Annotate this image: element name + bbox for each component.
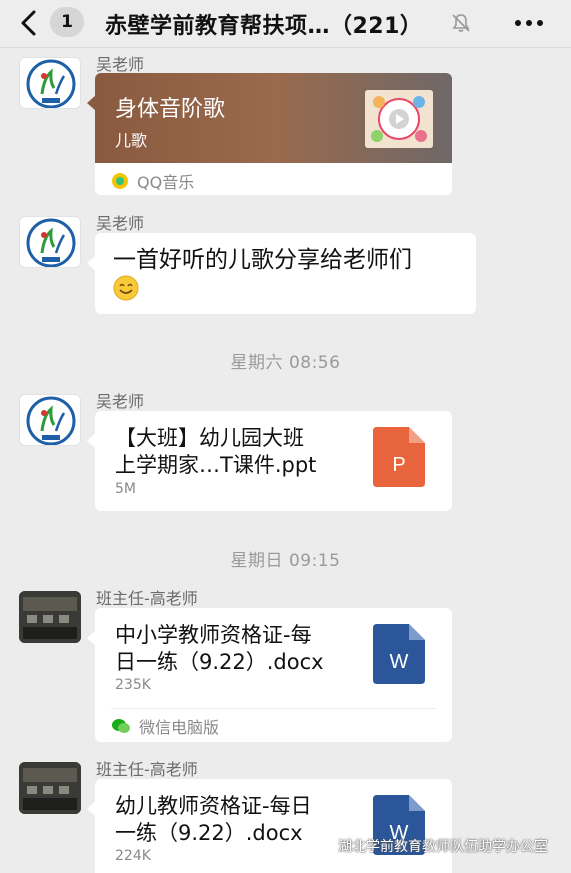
- file-message[interactable]: 中小学教师资格证-每 日一练（9.22）.docx 235K W 微信电脑版: [87, 608, 452, 742]
- qq-music-icon: [112, 173, 128, 189]
- avatar[interactable]: [19, 394, 81, 446]
- emoji-smile-icon: [113, 275, 139, 301]
- school-logo-icon: [26, 218, 76, 267]
- mute-icon: [452, 14, 470, 32]
- chat-title: 赤壁学前教育帮扶项…（221）: [105, 14, 423, 39]
- svg-text:P: P: [392, 454, 405, 476]
- music-source: QQ音乐: [111, 169, 194, 193]
- avatar[interactable]: [19, 762, 81, 814]
- avatar[interactable]: [19, 57, 81, 109]
- time-divider: 星期六 08:56: [230, 353, 341, 373]
- svg-text:W: W: [390, 651, 409, 673]
- ppt-file-icon: P: [373, 427, 425, 487]
- school-logo-icon: [26, 59, 76, 108]
- children-illustration-icon: [365, 90, 433, 148]
- wechat-pc-icon: [112, 719, 130, 733]
- more-icon[interactable]: [514, 19, 544, 27]
- music-card[interactable]: 身体音阶歌 儿歌 QQ音乐: [87, 73, 452, 195]
- wechat-logo-icon: [312, 838, 334, 854]
- divider: [111, 708, 436, 709]
- file-name-line2: 日一练（9.22）.docx: [115, 650, 324, 674]
- classroom-photo-icon: [19, 762, 81, 814]
- classroom-photo-icon: [19, 591, 81, 643]
- file-size: 224K: [115, 848, 151, 864]
- file-message[interactable]: 幼儿教师资格证-每日 一练（9.22）.docx 224K W: [87, 779, 452, 873]
- file-source: 微信电脑版: [111, 714, 219, 738]
- file-size: 5M: [115, 481, 136, 497]
- watermark: 湖北学前教育教师队伍助学办公室: [312, 836, 548, 856]
- sender-name: 班主任-高老师: [96, 589, 198, 608]
- chat-header: 1 赤壁学前教育帮扶项…（221）: [0, 0, 571, 48]
- file-size: 235K: [115, 677, 151, 693]
- avatar[interactable]: [19, 591, 81, 643]
- back-icon[interactable]: [18, 9, 40, 37]
- text-message[interactable]: 一首好听的儿歌分享给老师们: [87, 233, 476, 314]
- file-name-line1: 幼儿教师资格证-每日: [115, 794, 312, 818]
- file-name-line1: 【大班】幼儿园大班: [115, 426, 304, 450]
- sender-name: 班主任-高老师: [96, 760, 198, 779]
- unread-badge[interactable]: 1: [50, 7, 84, 37]
- music-thumbnail: [365, 90, 433, 148]
- time-divider: 星期日 09:15: [230, 551, 341, 571]
- music-card-banner: 身体音阶歌 儿歌: [95, 73, 452, 163]
- school-logo-icon: [26, 396, 76, 445]
- source-label: QQ音乐: [137, 173, 195, 192]
- music-title: 身体音阶歌: [115, 97, 226, 122]
- sender-name: 吴老师: [96, 55, 145, 74]
- message-text: 一首好听的儿歌分享给老师们: [113, 247, 412, 273]
- source-label: 微信电脑版: [139, 718, 220, 737]
- watermark-text: 湖北学前教育教师队伍助学办公室: [338, 839, 548, 855]
- file-message[interactable]: 【大班】幼儿园大班 上学期家…T课件.ppt 5M P: [87, 411, 452, 511]
- file-name-line2: 上学期家…T课件.ppt: [115, 453, 317, 477]
- file-name-line1: 中小学教师资格证-每: [115, 623, 312, 647]
- sender-name: 吴老师: [96, 392, 145, 411]
- music-subtitle: 儿歌: [115, 131, 148, 150]
- sender-name: 吴老师: [96, 214, 145, 233]
- avatar[interactable]: [19, 216, 81, 268]
- word-file-icon: W: [373, 624, 425, 684]
